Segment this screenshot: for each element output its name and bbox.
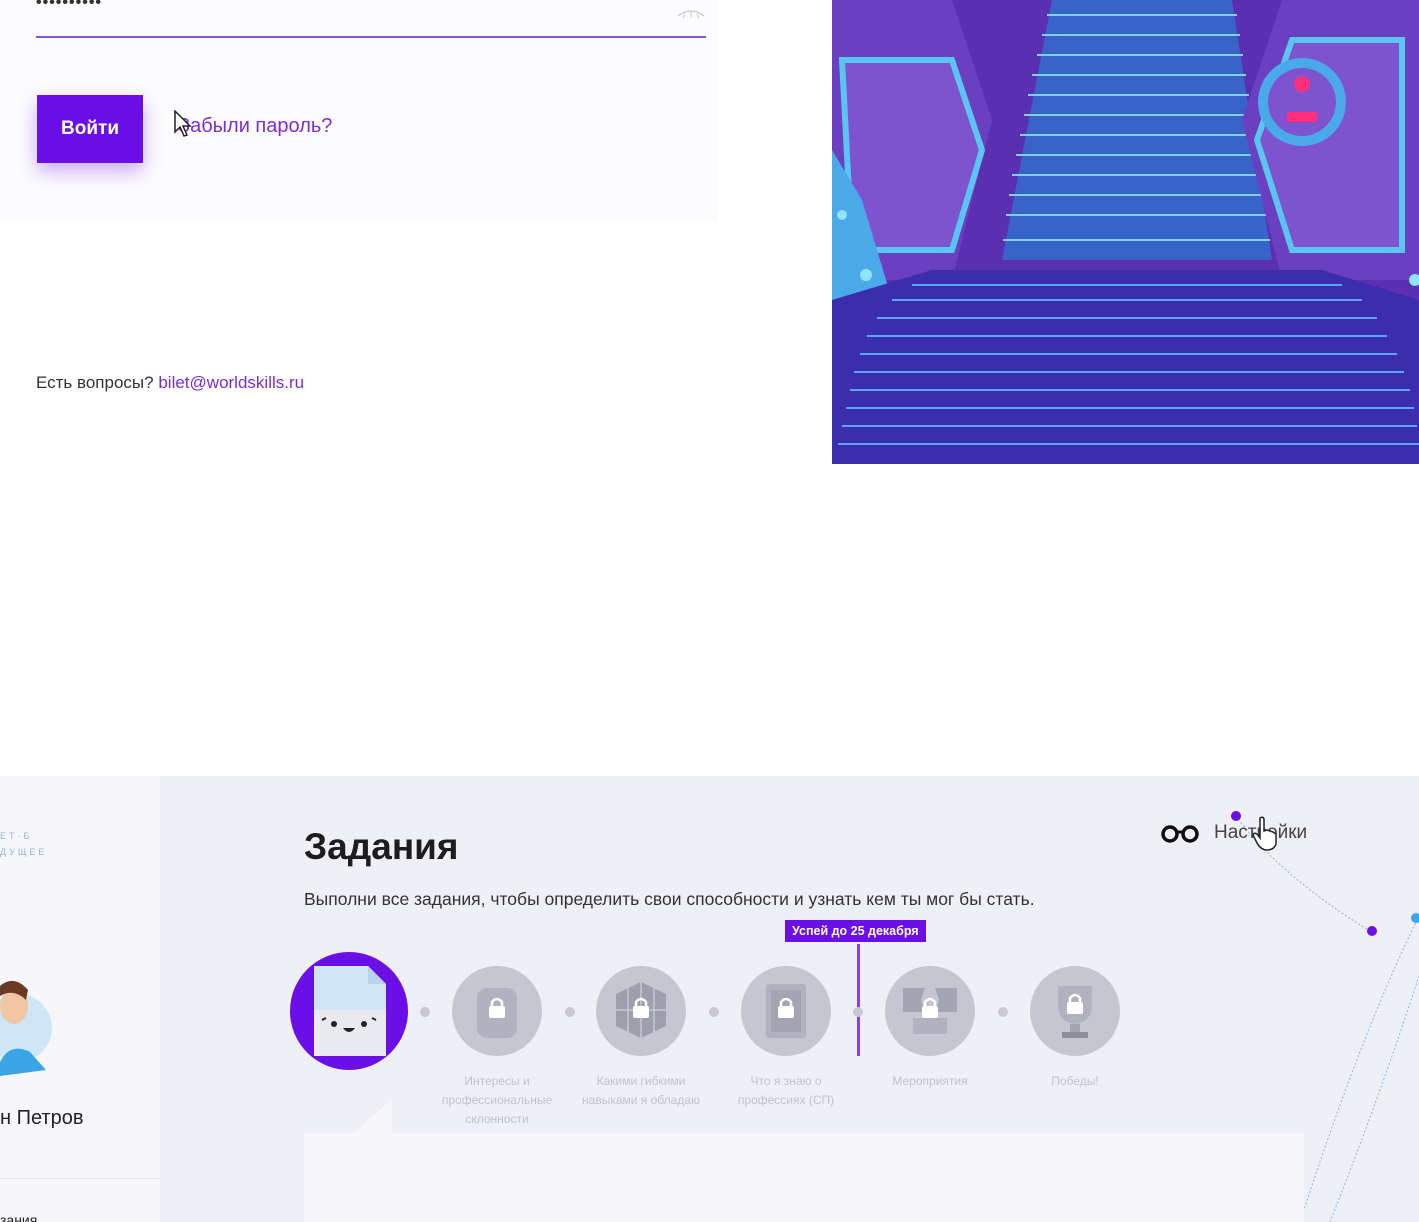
task-content-panel — [304, 1133, 1304, 1222]
logo-line-2: ДУЩЕЕ — [0, 847, 48, 857]
book-lock-icon — [766, 984, 806, 1038]
task-step-events[interactable] — [885, 966, 975, 1056]
questions-text: Есть вопросы? — [36, 373, 154, 392]
hand-cursor-icon — [1252, 816, 1277, 851]
timeline-dot — [709, 1007, 719, 1017]
logo-line-1: ЕТ·Б — [0, 831, 33, 841]
flags-lock-icon — [903, 988, 957, 1034]
document-mascot-icon — [314, 966, 386, 1056]
task-step-professions[interactable] — [741, 966, 831, 1056]
login-card: •••••••••• Войти Забыли пароль? — [0, 0, 718, 222]
task-step-label: Какими гибкими навыками я обладаю — [582, 1074, 700, 1107]
forgot-password-link[interactable]: Забыли пароль? — [178, 115, 332, 138]
support-contact: Есть вопросы? bilet@worldskills.ru — [36, 373, 304, 393]
sidebar: ЕТ·Б ДУЩЕЕ н Петров зания — [0, 776, 160, 1222]
sidebar-item-tasks[interactable]: зания — [0, 1212, 37, 1222]
tasks-dashboard: ЕТ·Б ДУЩЕЕ н Петров зания Задания Выполн… — [0, 776, 1419, 1222]
avatar[interactable] — [0, 972, 56, 1076]
sci-fi-corridor-illustration — [832, 0, 1419, 464]
logo[interactable]: ЕТ·Б ДУЩЕЕ — [0, 828, 47, 860]
task-step-interests[interactable] — [452, 966, 542, 1056]
deadline-badge: Успей до 25 декабря — [785, 920, 926, 942]
task-step-label: Что я знаю о профессиях (СП) — [737, 1074, 835, 1107]
timeline-dot — [420, 1007, 430, 1017]
task-step-current[interactable] — [290, 952, 408, 1070]
timeline-dot — [853, 1007, 863, 1017]
password-field-underline — [36, 36, 706, 38]
task-step-wins[interactable] — [1030, 966, 1120, 1056]
timeline-dot — [565, 1007, 575, 1017]
support-email-link[interactable]: bilet@worldskills.ru — [158, 373, 304, 392]
content-panel-notch — [352, 1099, 392, 1135]
deadline-marker — [857, 944, 860, 1056]
show-password-icon[interactable] — [676, 4, 706, 22]
settings-button[interactable]: Настройки — [1160, 822, 1307, 844]
task-step-label: Мероприятия — [892, 1074, 968, 1088]
login-button[interactable]: Войти — [37, 95, 143, 163]
backpack-lock-icon — [477, 988, 517, 1038]
page-title: Задания — [304, 826, 459, 867]
glasses-icon — [1161, 825, 1199, 843]
sidebar-divider — [0, 1178, 160, 1179]
password-field-value[interactable]: •••••••••• — [36, 0, 102, 12]
task-step-label: Победы! — [1051, 1074, 1099, 1088]
user-name: н Петров — [0, 1107, 84, 1129]
task-step-soft-skills[interactable] — [596, 966, 686, 1056]
trophy-lock-icon — [1058, 986, 1092, 1038]
page-subtitle: Выполни все задания, чтобы определить св… — [304, 889, 1035, 909]
timeline-dot — [998, 1007, 1008, 1017]
cube-lock-icon — [616, 982, 666, 1038]
task-step-label: Интересы и профессиональные склонности — [441, 1074, 553, 1126]
mouse-cursor-icon — [174, 110, 192, 137]
